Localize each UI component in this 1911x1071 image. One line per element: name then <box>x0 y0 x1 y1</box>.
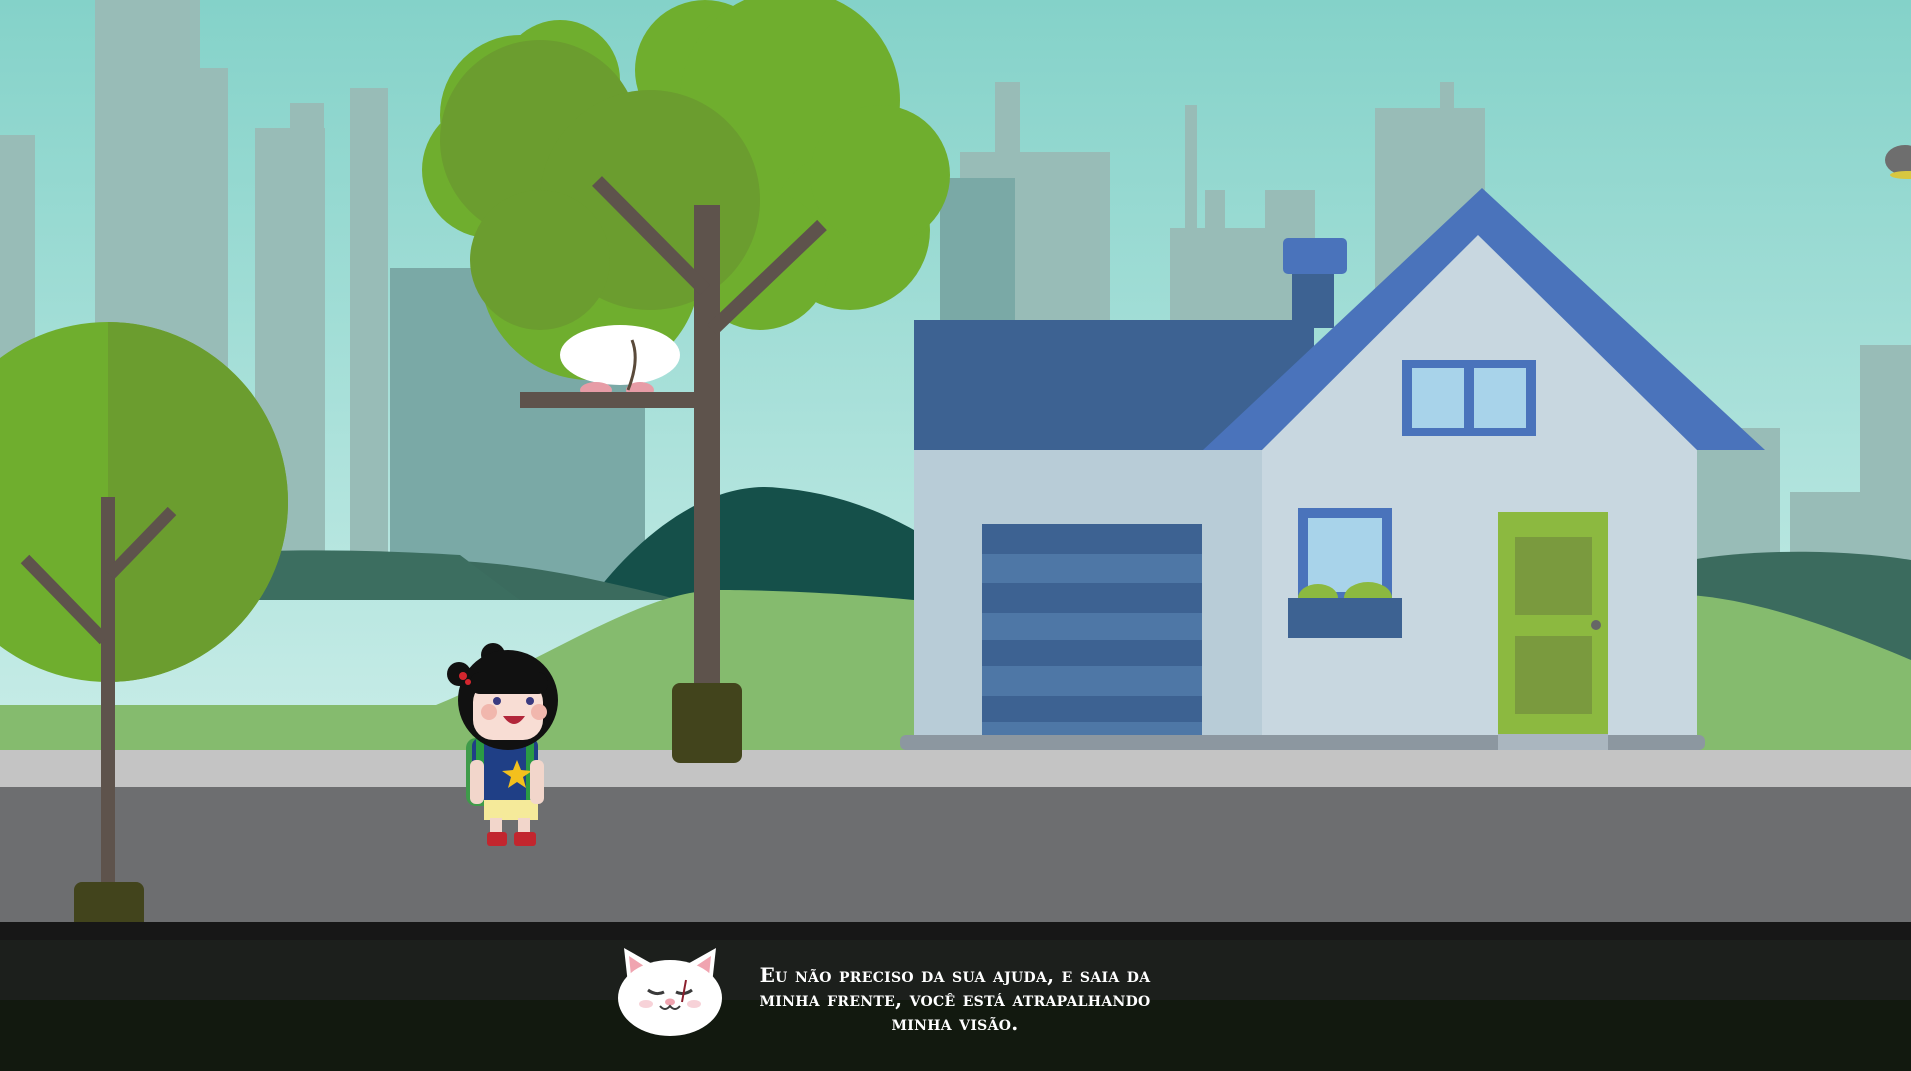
road <box>0 787 1911 927</box>
game-scene <box>0 0 1911 962</box>
garage-door <box>982 524 1202 752</box>
sidewalk <box>0 750 1911 787</box>
white-cat-face-icon <box>618 948 722 1036</box>
dialog-text: Eu não preciso da sua ajuda, e saia da m… <box>759 963 1151 1035</box>
